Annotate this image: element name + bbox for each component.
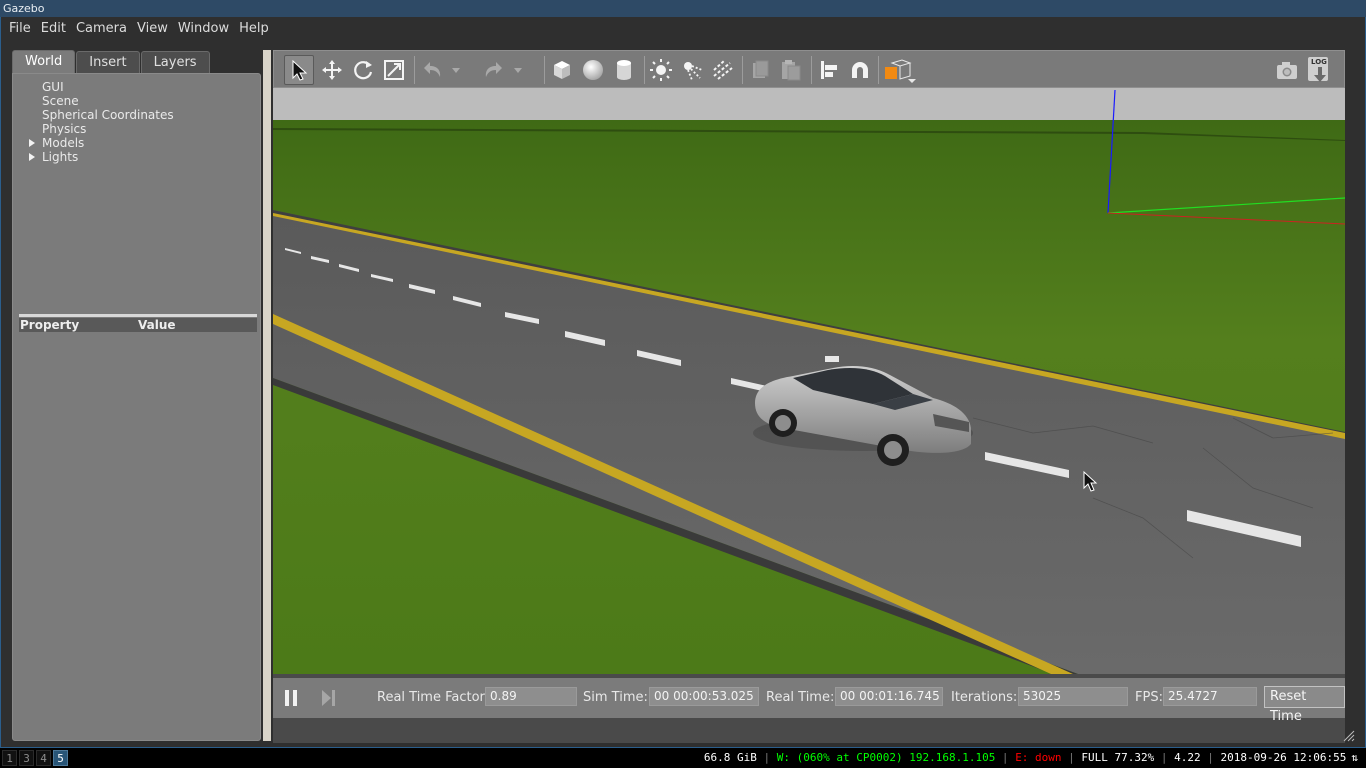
fps-field: 25.4727: [1163, 687, 1257, 706]
directional-light-icon[interactable]: [708, 55, 738, 85]
reset-time-button[interactable]: Reset Time: [1264, 686, 1345, 724]
menu-view[interactable]: View: [132, 17, 173, 41]
system-statusbar: 1 3 4 5 66.8 GiB | W: (060% at CP0002) 1…: [0, 748, 1366, 768]
tree-item-lights[interactable]: Lights: [13, 150, 260, 164]
snap-magnet-icon[interactable]: [845, 55, 875, 85]
sim-time-label: Sim Time:: [583, 690, 648, 705]
workspace-5[interactable]: 5: [53, 750, 68, 766]
real-time-factor-label: Real Time Factor:: [377, 690, 490, 705]
wifi-status: W: (060% at CP0002) 192.168.1.105: [776, 751, 996, 764]
panel-splitter[interactable]: [263, 50, 271, 741]
workspace-3[interactable]: 3: [19, 750, 34, 766]
ethernet-status: E: down: [1015, 751, 1062, 764]
step-forward-icon[interactable]: [319, 689, 337, 707]
tree-item-label: Lights: [42, 150, 79, 164]
align-icon[interactable]: [814, 55, 844, 85]
tab-insert[interactable]: Insert: [76, 51, 140, 74]
translate-icon[interactable]: [317, 55, 347, 85]
tree-item-physics[interactable]: Physics: [13, 122, 260, 136]
undo-dropdown-icon[interactable]: [448, 55, 464, 85]
log-label: LOG: [1311, 58, 1327, 66]
screenshot-camera-icon[interactable]: [1272, 55, 1302, 85]
point-light-icon[interactable]: [646, 55, 676, 85]
expand-arrow-icon[interactable]: [29, 139, 35, 147]
tree-item-spherical-coordinates[interactable]: Spherical Coordinates: [13, 108, 260, 122]
tree-item-label: Models: [42, 136, 85, 150]
tree-item-models[interactable]: Models: [13, 136, 260, 150]
disk-status: 66.8 GiB: [703, 751, 757, 764]
expand-arrow-icon[interactable]: [29, 153, 35, 161]
toolbar: LOG: [273, 50, 1345, 88]
render-area: LOG Real Time Factor: 0.89 Sim Time: 00 …: [273, 50, 1345, 743]
view-angle-icon[interactable]: [881, 55, 917, 85]
iterations-field: 53025: [1018, 687, 1128, 706]
pause-icon[interactable]: [283, 689, 299, 707]
scale-icon[interactable]: [379, 55, 409, 85]
redo-icon[interactable]: [479, 55, 509, 85]
tree-item-label: Spherical Coordinates: [42, 108, 174, 122]
status-blocks: 66.8 GiB | W: (060% at CP0002) 192.168.1…: [703, 751, 1358, 764]
log-icon[interactable]: LOG: [1304, 55, 1334, 85]
datetime-status: 2018-09-26 12:06:55: [1220, 751, 1347, 764]
toolbar-separator: [878, 56, 879, 84]
load-status: 4.22: [1174, 751, 1201, 764]
workspace-4[interactable]: 4: [36, 750, 51, 766]
sphere-icon[interactable]: [578, 55, 608, 85]
tree-item-label: Scene: [42, 94, 79, 108]
property-splitter[interactable]: [19, 314, 257, 317]
value-column-header: Value: [138, 318, 176, 332]
toolbar-separator: [544, 56, 545, 84]
box-icon[interactable]: [547, 55, 577, 85]
time-panel: Real Time Factor: 0.89 Sim Time: 00 00:0…: [273, 678, 1345, 724]
property-column-header: Property: [20, 318, 80, 332]
tray-arrows-icon[interactable]: ⇅: [1351, 751, 1358, 764]
real-time-factor-field: 0.89: [485, 687, 577, 706]
toolbar-separator: [414, 56, 415, 84]
workspace-1[interactable]: 1: [2, 750, 17, 766]
menu-window[interactable]: Window: [173, 17, 234, 41]
menu-edit[interactable]: Edit: [36, 17, 71, 41]
paste-icon[interactable]: [776, 55, 806, 85]
left-panel: World Insert Layers GUI Scene Spherical …: [12, 50, 261, 741]
gazebo-window: File Edit Camera View Window Help World …: [0, 17, 1366, 748]
tree-item-label: Physics: [42, 122, 87, 136]
menu-file[interactable]: File: [4, 17, 36, 41]
world-tree: GUI Scene Spherical Coordinates Physics …: [13, 80, 260, 164]
tab-layers[interactable]: Layers: [140, 51, 210, 74]
real-time-label: Real Time:: [766, 690, 835, 705]
toolbar-separator: [644, 56, 645, 84]
toolbar-separator: [742, 56, 743, 84]
copy-icon[interactable]: [745, 55, 775, 85]
resize-grip-icon[interactable]: [1343, 727, 1355, 742]
redo-dropdown-icon[interactable]: [510, 55, 526, 85]
property-table-header: Property Value: [19, 318, 257, 332]
world-panel: GUI Scene Spherical Coordinates Physics …: [12, 73, 261, 741]
sim-time-field: 00 00:00:53.025: [649, 687, 759, 706]
tree-item-scene[interactable]: Scene: [13, 94, 260, 108]
select-arrow-icon[interactable]: [284, 55, 314, 85]
window-title: Gazebo: [3, 2, 45, 15]
tree-item-label: GUI: [42, 80, 64, 94]
rotate-icon[interactable]: [348, 55, 378, 85]
undo-icon[interactable]: [417, 55, 447, 85]
window-titlebar[interactable]: Gazebo: [0, 0, 1366, 17]
real-time-field: 00 00:01:16.745: [835, 687, 943, 706]
toolbar-separator: [811, 56, 812, 84]
spot-light-icon[interactable]: [677, 55, 707, 85]
cylinder-icon[interactable]: [609, 55, 639, 85]
screen: Gazebo File Edit Camera View Window Help…: [0, 0, 1366, 768]
fps-label: FPS:: [1135, 690, 1163, 705]
tree-item-gui[interactable]: GUI: [13, 80, 260, 94]
3d-viewport[interactable]: [273, 88, 1345, 674]
left-panel-tabs: World Insert Layers: [12, 50, 211, 74]
menu-camera[interactable]: Camera: [71, 17, 132, 41]
sky: [273, 88, 1345, 120]
battery-status: FULL 77.32%: [1081, 751, 1155, 764]
scene-render[interactable]: [273, 88, 1345, 674]
menu-help[interactable]: Help: [234, 17, 274, 41]
iterations-label: Iterations:: [951, 690, 1018, 705]
tab-world[interactable]: World: [12, 50, 76, 74]
menu-bar: File Edit Camera View Window Help: [1, 17, 1365, 41]
